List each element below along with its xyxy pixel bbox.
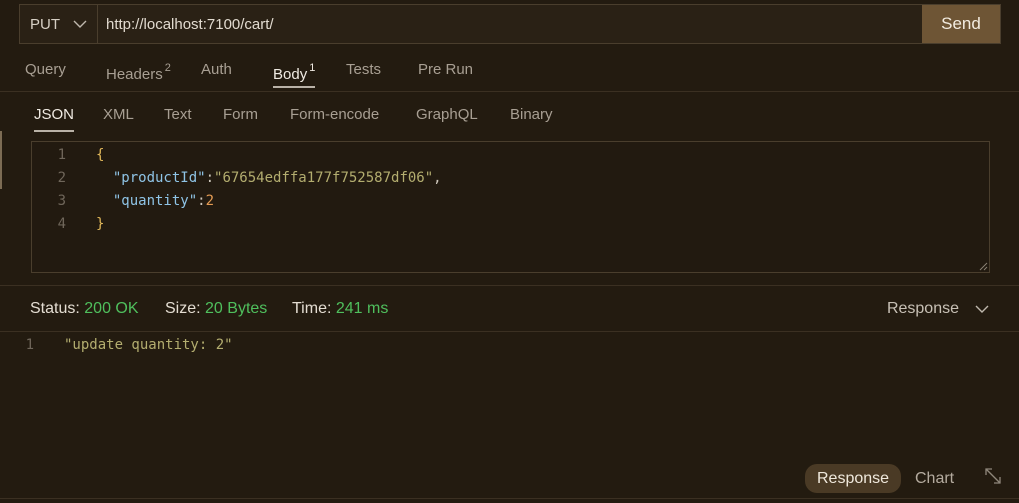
line-number: 1 xyxy=(25,337,34,353)
code-line: 2 "productId":"67654edffa177f752587df06"… xyxy=(32,167,989,190)
close-brace: } xyxy=(96,216,105,232)
json-value-quantity: 2 xyxy=(205,193,215,209)
status-value: 200 OK xyxy=(84,300,139,317)
body-tab-binary[interactable]: Binary xyxy=(510,100,553,132)
method-label: PUT xyxy=(30,15,60,33)
json-colon: : xyxy=(205,170,215,186)
tab-label: Tests xyxy=(346,61,382,78)
json-value-productid: "67654edffa177f752587df06" xyxy=(214,170,434,186)
tab-label: Body xyxy=(273,66,308,83)
body-tab-form[interactable]: Form xyxy=(223,100,258,132)
tab-tests[interactable]: Tests xyxy=(346,52,381,91)
size-indicator: Size: 20 Bytes xyxy=(165,286,267,332)
expand-icon[interactable] xyxy=(983,466,1003,486)
body-type-tabs: JSON XML Text Form Form-encode GraphQL B… xyxy=(0,100,1019,132)
response-status-bar: Status: 200 OK Size: 20 Bytes Time: 241 … xyxy=(0,285,1019,332)
time-label: Time: xyxy=(292,300,332,317)
tab-label: Auth xyxy=(201,61,232,78)
line-number: 1 xyxy=(57,147,66,163)
body-count-badge: 1 xyxy=(309,62,316,74)
code-text: "quantity":2 xyxy=(66,190,214,213)
json-body-editor[interactable]: 1 { 2 "productId":"67654edffa177f752587d… xyxy=(31,141,990,273)
code-text: "productId":"67654edffa177f752587df06", xyxy=(66,167,442,190)
request-tabs: Query Headers 2 Auth Body 1 Tests Pre Run xyxy=(0,52,1019,92)
code-line: 1 { xyxy=(32,144,989,167)
body-tab-json[interactable]: JSON xyxy=(34,100,75,132)
tab-label: Pre Run xyxy=(418,61,474,78)
request-url-bar: PUT Send xyxy=(19,4,1001,44)
tab-pre-run[interactable]: Pre Run xyxy=(418,52,473,91)
code-text: } xyxy=(66,213,104,236)
divider xyxy=(0,498,1019,499)
status-indicator: Status: 200 OK xyxy=(30,286,139,332)
json-key-quantity: "quantity" xyxy=(112,193,198,209)
response-body: 1 "update quantity: 2" xyxy=(0,334,1019,357)
code-line: 4 } xyxy=(32,213,989,236)
line-number: 2 xyxy=(57,170,66,186)
response-line: 1 "update quantity: 2" xyxy=(0,334,1019,357)
chevron-down-icon xyxy=(975,305,989,313)
tab-label: Query xyxy=(25,61,66,78)
response-tab-button[interactable]: Response xyxy=(805,464,902,493)
chart-tab-button[interactable]: Chart xyxy=(903,464,966,493)
json-key-productid: "productId" xyxy=(112,170,206,186)
resize-grip-icon[interactable] xyxy=(978,261,988,271)
body-tab-form-encode[interactable]: Form-encode xyxy=(290,100,379,132)
status-label: Status: xyxy=(30,300,80,317)
response-view-select[interactable]: Response xyxy=(887,286,989,332)
headers-count-badge: 2 xyxy=(164,62,171,74)
response-view-label: Response xyxy=(886,300,959,317)
body-tab-text[interactable]: Text xyxy=(164,100,192,132)
open-brace: { xyxy=(96,147,105,163)
method-select[interactable]: PUT xyxy=(20,5,98,43)
code-text: { xyxy=(66,144,104,167)
json-comma: , xyxy=(433,170,442,186)
line-number: 3 xyxy=(57,193,66,209)
send-button[interactable]: Send xyxy=(922,5,1000,43)
tab-auth[interactable]: Auth xyxy=(201,52,232,91)
size-value: 20 Bytes xyxy=(205,300,268,317)
size-label: Size: xyxy=(165,300,201,317)
json-colon: : xyxy=(197,193,206,209)
chevron-down-icon xyxy=(73,20,87,28)
panel-edge-marker xyxy=(0,131,2,189)
tab-label: Headers xyxy=(106,66,163,83)
body-tab-xml[interactable]: XML xyxy=(103,100,134,132)
code-line: 3 "quantity":2 xyxy=(32,190,989,213)
line-number: 4 xyxy=(57,216,66,232)
tab-query[interactable]: Query xyxy=(25,52,66,91)
response-text: "update quantity: 2" xyxy=(64,337,233,353)
time-indicator: Time: 241 ms xyxy=(292,286,388,332)
url-input[interactable] xyxy=(98,5,922,43)
tab-body[interactable]: Body 1 xyxy=(273,52,316,91)
tab-headers[interactable]: Headers 2 xyxy=(106,52,171,91)
body-tab-graphql[interactable]: GraphQL xyxy=(416,100,478,132)
time-value: 241 ms xyxy=(335,300,389,317)
